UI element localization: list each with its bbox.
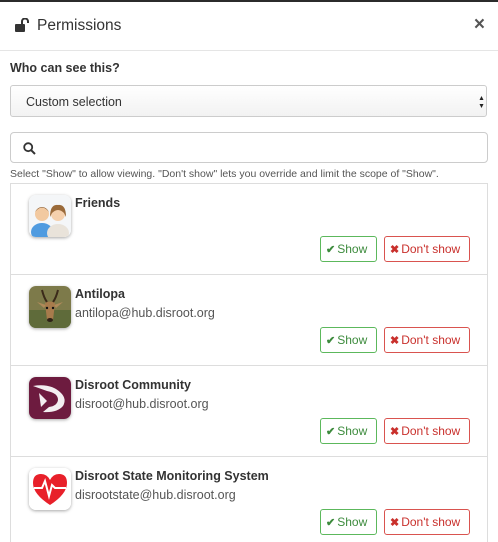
item-email: disrootstate@hub.disroot.org: [75, 488, 236, 502]
audience-select[interactable]: Custom selection: [10, 85, 487, 117]
x-icon: ✖: [390, 425, 400, 438]
show-label: Show: [337, 333, 368, 347]
dont-show-label: Don't show: [401, 242, 461, 256]
permission-list: Friends ✔ Show ✖ Don't show Antilopa ant…: [10, 183, 488, 542]
friends-group-avatar: [29, 195, 71, 237]
dialog-title: Permissions: [37, 17, 122, 34]
list-item: Friends ✔ Show ✖ Don't show: [11, 184, 487, 275]
show-label: Show: [337, 515, 368, 529]
dont-show-button[interactable]: ✖ Don't show: [384, 236, 470, 262]
search-icon: [23, 142, 36, 155]
check-icon: ✔: [326, 334, 336, 347]
item-name: Antilopa: [75, 287, 125, 301]
show-button[interactable]: ✔ Show: [320, 327, 377, 353]
check-icon: ✔: [326, 425, 336, 438]
show-label: Show: [337, 424, 368, 438]
dont-show-label: Don't show: [401, 333, 461, 347]
dont-show-button[interactable]: ✖ Don't show: [384, 509, 470, 535]
x-icon: ✖: [390, 516, 400, 529]
audience-selected-value: Custom selection: [26, 95, 122, 109]
dialog-header: Permissions ×: [0, 2, 498, 51]
close-icon[interactable]: ×: [474, 14, 485, 36]
dont-show-label: Don't show: [401, 424, 461, 438]
item-name: Disroot State Monitoring System: [75, 469, 269, 483]
show-button[interactable]: ✔ Show: [320, 418, 377, 444]
item-name: Friends: [75, 196, 121, 210]
check-icon: ✔: [326, 516, 336, 529]
check-icon: ✔: [326, 243, 336, 256]
help-text: Select "Show" to allow viewing. "Don't s…: [10, 168, 439, 180]
list-item: Disroot Community disroot@hub.disroot.or…: [11, 366, 487, 457]
x-icon: ✖: [390, 243, 400, 256]
select-arrow-icon: [479, 96, 484, 108]
item-email: disroot@hub.disroot.org: [75, 397, 209, 411]
item-email: antilopa@hub.disroot.org: [75, 306, 215, 320]
heart-monitor-avatar: [29, 468, 71, 510]
show-button[interactable]: ✔ Show: [320, 509, 377, 535]
audience-label: Who can see this?: [10, 61, 120, 75]
dont-show-button[interactable]: ✖ Don't show: [384, 327, 470, 353]
show-label: Show: [337, 242, 368, 256]
show-button[interactable]: ✔ Show: [320, 236, 377, 262]
dont-show-label: Don't show: [401, 515, 461, 529]
list-item: Antilopa antilopa@hub.disroot.org ✔ Show…: [11, 275, 487, 366]
antelope-avatar: [29, 286, 71, 328]
x-icon: ✖: [390, 334, 400, 347]
list-item: Disroot State Monitoring System disroots…: [11, 457, 487, 542]
lock-open-icon: [15, 18, 29, 32]
dont-show-button[interactable]: ✖ Don't show: [384, 418, 470, 444]
item-name: Disroot Community: [75, 378, 191, 392]
search-input[interactable]: [10, 132, 488, 163]
disroot-logo-avatar: [29, 377, 71, 419]
